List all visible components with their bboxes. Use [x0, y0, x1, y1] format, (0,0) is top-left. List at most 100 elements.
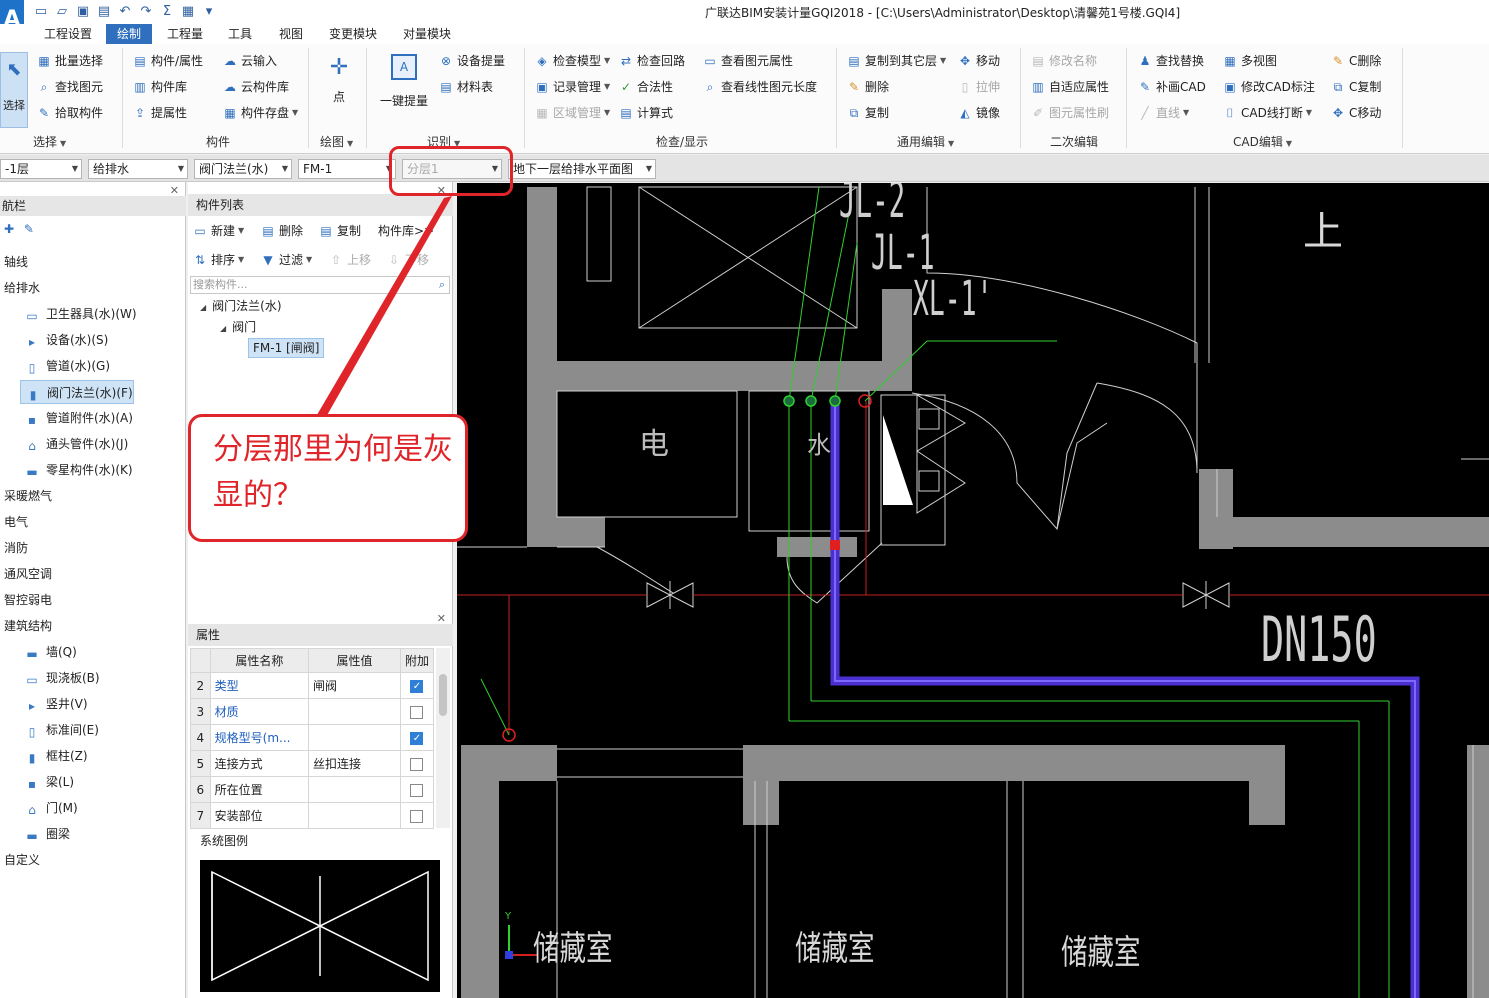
batch-select-button[interactable]: ▦ 批量选择 [36, 50, 103, 72]
property-extra-checkbox[interactable] [410, 809, 424, 823]
point-draw-button[interactable]: ✛ 点 [318, 54, 360, 114]
nav-item[interactable]: 采暖燃气 [0, 484, 52, 508]
pipe-grip[interactable] [830, 540, 840, 550]
property-value[interactable] [308, 724, 401, 751]
view-linear-length-button[interactable]: ⌕ 查看线性图元长度 [702, 76, 817, 98]
property-row[interactable]: 3 材质 [190, 698, 435, 725]
sort-button[interactable]: ⇅ 排序 ▼ [192, 249, 244, 271]
property-extra-checkbox[interactable]: ✓ [410, 679, 424, 693]
floor-select[interactable]: -1层 ▼ [0, 159, 82, 179]
modify-cad-label-button[interactable]: ▣ 修改CAD标注 [1222, 76, 1315, 98]
filter-button[interactable]: ▼ 过滤 ▼ [260, 249, 312, 271]
nav-item[interactable]: ▸ 竖井(V) [20, 692, 88, 716]
line-tool-button[interactable]: ╱ 直线 ▼ [1137, 102, 1189, 124]
property-scrollbar[interactable] [436, 648, 450, 828]
group-label-draw[interactable]: 绘图 ▼ [320, 133, 353, 150]
drawing-select[interactable]: 地下一层给排水平面图 ▼ [508, 159, 656, 179]
tab-view[interactable]: 视图 [271, 24, 311, 44]
property-extra-checkbox[interactable] [410, 705, 424, 719]
edit-icon[interactable]: ✎ [24, 222, 34, 236]
cad-line-break-button[interactable]: ⌷ CAD线打断 ▼ [1222, 102, 1312, 124]
add-icon[interactable]: ✚ [4, 222, 14, 236]
nav-item[interactable]: ▮ 阀门法兰(水)(F) [20, 380, 134, 404]
one-click-quantity-button[interactable]: A 一键提量 [376, 54, 432, 116]
search-icon[interactable]: ⌕ [439, 277, 445, 293]
nav-item[interactable]: ▸ 设备(水)(S) [20, 328, 108, 352]
cloud-input-button[interactable]: ☁ 云输入 [222, 50, 277, 72]
group-label-general[interactable]: 通用编辑 ▼ [897, 133, 954, 150]
copy-component-button[interactable]: ▤ 复制 [318, 220, 361, 242]
nav-item[interactable]: ▬ 圈梁 [20, 822, 70, 846]
copy-to-other-floor-button[interactable]: ▤ 复制到其它层 ▼ [846, 50, 946, 72]
group-label-cad[interactable]: CAD编辑 ▼ [1233, 133, 1292, 150]
component-save-button[interactable]: ▦ 构件存盘 ▼ [222, 102, 298, 124]
nav-item[interactable]: ▭ 卫生器具(水)(W) [20, 302, 136, 326]
property-row[interactable]: 6 所在位置 [190, 776, 435, 803]
rename-button[interactable]: ▤ 修改名称 [1030, 50, 1097, 72]
tree-node-fm1[interactable]: FM-1 [闸阀] [248, 338, 325, 358]
customize-qat-icon[interactable]: ▾ [200, 3, 218, 21]
move-up-button[interactable]: ⇧ 上移 [328, 249, 371, 271]
nav-item[interactable]: 建筑结构 [0, 614, 52, 638]
property-value[interactable] [308, 802, 401, 829]
stretch-button[interactable]: ▯ 拉伸 [957, 76, 1000, 98]
c-copy-button[interactable]: ⧉ C复制 [1330, 76, 1382, 98]
property-value[interactable]: 闸阀 [308, 672, 401, 699]
extract-property-button[interactable]: ⇪ 提属性 [132, 102, 187, 124]
delete-button[interactable]: ✎ 删除 [846, 76, 889, 98]
scroll-thumb[interactable] [439, 674, 447, 716]
nav-item[interactable]: 自定义 [0, 848, 40, 872]
property-extra-checkbox[interactable]: ✓ [410, 731, 424, 745]
sum-icon[interactable]: Σ [158, 3, 176, 21]
save-icon[interactable]: ▣ [74, 3, 92, 21]
riser-point[interactable] [783, 395, 795, 407]
property-row[interactable]: 2 类型 闸阀 ✓ [190, 672, 435, 699]
tab-project-settings[interactable]: 工程设置 [36, 24, 100, 44]
view-element-property-button[interactable]: ▭ 查看图元属性 [702, 50, 793, 72]
property-value[interactable] [308, 698, 401, 725]
nav-item[interactable]: ▪ 管道附件(水)(A) [20, 406, 133, 430]
nav-item[interactable]: 电气 [0, 510, 28, 534]
new-component-button[interactable]: ▭ 新建 ▼ [192, 220, 244, 242]
property-brush-button[interactable]: ✐ 图元属性刷 [1030, 102, 1109, 124]
collapse-triangle-icon[interactable]: ◢ [220, 324, 226, 333]
patch-cad-button[interactable]: ✎ 补画CAD [1137, 76, 1206, 98]
tab-change-module[interactable]: 变更模块 [322, 24, 384, 44]
find-replace-button[interactable]: ♟ 查找替换 [1137, 50, 1204, 72]
property-row[interactable]: 5 连接方式 丝扣连接 [190, 750, 435, 777]
print-icon[interactable]: ▤ [95, 3, 113, 21]
check-model-button[interactable]: ◈ 检查模型 ▼ [534, 50, 610, 72]
pick-component-button[interactable]: ✎ 拾取构件 [36, 102, 103, 124]
nav-item[interactable]: ▬ 墙(Q) [20, 640, 76, 664]
nav-item[interactable]: ▯ 标准间(E) [20, 718, 99, 742]
check-loop-button[interactable]: ⇄ 检查回路 [618, 50, 685, 72]
riser-point[interactable] [805, 395, 817, 407]
find-element-button[interactable]: ⌕ 查找图元 [36, 76, 103, 98]
nav-item[interactable]: 消防 [0, 536, 28, 560]
component-library-button[interactable]: ▥ 构件库 [132, 76, 187, 98]
nav-item[interactable]: ▭ 现浇板(B) [20, 666, 99, 690]
c-move-button[interactable]: ✥ C移动 [1330, 102, 1381, 124]
property-row[interactable]: 7 安装部位 [190, 802, 435, 829]
property-extra-checkbox[interactable] [410, 783, 424, 797]
component-property-button[interactable]: ▤ 构件/属性 [132, 50, 203, 72]
validity-button[interactable]: ✓ 合法性 [618, 76, 673, 98]
category-select[interactable]: 阀门法兰(水) ▼ [194, 159, 292, 179]
nav-item[interactable]: ⌂ 通头管件(水)(J) [20, 432, 128, 456]
select-big-button[interactable]: ⬉ 选择 [0, 52, 28, 128]
move-down-button[interactable]: ⇩ 下移 [386, 249, 429, 271]
adaptive-property-button[interactable]: ▥ 自适应属性 [1030, 76, 1109, 98]
nav-item[interactable]: ▬ 零星构件(水)(K) [20, 458, 132, 482]
nav-item[interactable]: 智控弱电 [0, 588, 52, 612]
nav-item[interactable]: 轴线 [0, 250, 28, 274]
nav-item[interactable]: 通风空调 [0, 562, 52, 586]
cad-canvas[interactable]: JL-2 JL-1 XL-1' 上 电 水 DN150 储藏室 储藏室 储藏室 … [457, 183, 1489, 998]
collapse-triangle-icon[interactable]: ◢ [200, 303, 206, 312]
nav-item[interactable]: ▪ 梁(L) [20, 770, 74, 794]
copy-button[interactable]: ⧉ 复制 [846, 102, 889, 124]
open-folder-icon[interactable]: ▱ [53, 3, 71, 21]
record-management-button[interactable]: ▣ 记录管理 ▼ [534, 76, 610, 98]
material-table-button[interactable]: ▤ 材料表 [438, 76, 493, 98]
move-button[interactable]: ✥ 移动 [957, 50, 1000, 72]
tree-node-valve[interactable]: ◢ 阀门 [220, 317, 256, 337]
